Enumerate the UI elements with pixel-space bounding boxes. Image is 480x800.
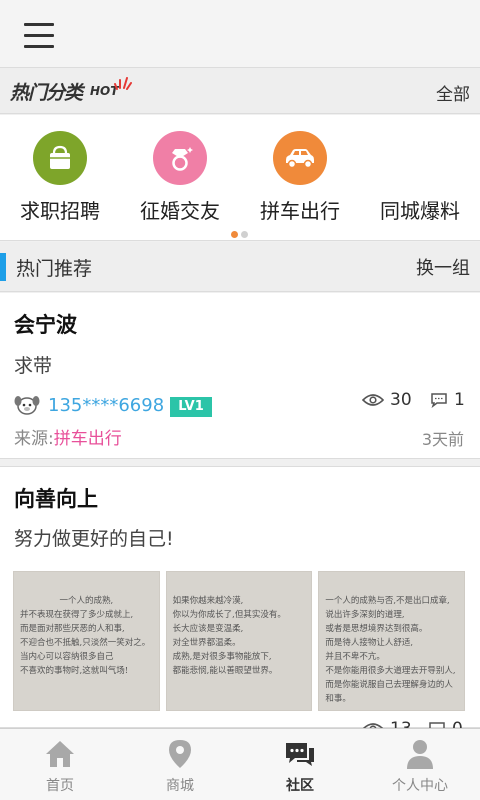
image-text-line: 而是面对那些厌恶的人和事,: [20, 624, 125, 634]
carousel-dot-active[interactable]: [231, 231, 238, 238]
eye-icon: [362, 394, 384, 406]
category-carpool[interactable]: 拼车出行: [240, 131, 360, 224]
carousel-dots: [231, 223, 251, 242]
post-body: 求带: [14, 355, 53, 377]
image-text-line: 一个人的成熟与否,不是出口成章,: [325, 596, 450, 606]
car-icon: [273, 131, 327, 185]
all-categories-link[interactable]: 全部: [436, 80, 470, 105]
post-title: 向善向上: [14, 487, 98, 511]
views-value: 30: [390, 390, 412, 410]
category-carousel: 求职招聘 征婚交友 拼车出行 同城爆料: [0, 115, 480, 241]
image-text-line: 并不表现在获得了多少成就上,: [20, 610, 134, 620]
source-prefix: 来源:: [14, 429, 54, 449]
nav-home[interactable]: 首页: [0, 729, 120, 800]
recommend-header: 热门推荐 换一组: [0, 242, 480, 292]
image-text-line: 都能悲悯,能以善眼望世界。: [172, 666, 278, 676]
top-bar: [0, 0, 480, 68]
post-source: 来源:拼车出行: [14, 424, 122, 449]
image-text-line: 说出许多深刻的道理,: [325, 610, 405, 620]
post-body: 努力做更好的自己!: [14, 528, 174, 550]
nav-label: 社区: [286, 778, 314, 794]
hot-category-title: 热门分类: [10, 82, 83, 104]
category-label: 同城爆料: [380, 199, 460, 223]
image-text-line: 不是你能用很多大道理去开导别人,: [325, 666, 456, 676]
comments-count[interactable]: 1: [430, 390, 465, 410]
avatar-icon[interactable]: [14, 393, 40, 417]
post-images: 一个人的成熟, 并不表现在获得了多少成就上, 而是面对那些厌恶的人和事, 不迎合…: [13, 571, 466, 711]
nav-mall[interactable]: 商城: [120, 729, 240, 800]
home-icon: [43, 737, 77, 771]
image-text-line: 不喜欢的事物时,这就叫气场!: [20, 666, 129, 676]
nav-community[interactable]: 社区: [240, 729, 360, 800]
image-text-line: 而是你能说服自己去理解身边的人和事。: [325, 680, 453, 704]
post-card[interactable]: 向善向上 努力做更好的自己! 一个人的成熟, 并不表现在获得了多少成就上, 而是…: [0, 466, 480, 739]
source-link[interactable]: 拼车出行: [54, 429, 122, 449]
spark-icon: [114, 77, 132, 90]
post-title: 会宁波: [14, 313, 77, 337]
recommend-accent-bar: [0, 253, 6, 281]
image-text-line: 对全世界都温柔。: [172, 638, 241, 648]
comment-icon: [431, 393, 447, 408]
nav-label: 首页: [46, 778, 74, 794]
post-time: 3天前: [421, 430, 464, 449]
nav-label: 商城: [166, 778, 194, 794]
nav-label: 个人中心: [392, 778, 448, 794]
post-image[interactable]: 一个人的成熟与否,不是出口成章, 说出许多深刻的道理, 或者是思想境界达到很高。…: [318, 571, 466, 711]
views-count: 30: [362, 390, 412, 410]
carousel-dot[interactable]: [241, 231, 248, 238]
image-text-line: 长大应该是变温柔,: [172, 624, 244, 634]
chat-bubbles-icon: [283, 737, 317, 771]
nav-profile[interactable]: 个人中心: [360, 729, 480, 800]
image-text-line: 而是待人接物让人舒适,: [325, 638, 414, 648]
image-text-line: 成熟,是对很多事物能放下,: [172, 652, 272, 662]
image-text-line: 你以为你成长了,但其实没有。: [172, 610, 286, 620]
category-label: 拼车出行: [260, 199, 340, 223]
recommend-title: 热门推荐: [16, 258, 93, 280]
image-text-line: 或者是思想境界达到很高。: [325, 624, 428, 634]
refresh-button[interactable]: 换一组: [416, 254, 470, 280]
image-text-line: 当内心可以容纳很多自己: [20, 652, 114, 662]
post-user[interactable]: 135****6698: [48, 395, 164, 416]
category-dating[interactable]: 征婚交友: [120, 131, 240, 224]
image-text-line: 不迎合也不抵触,只淡然一笑对之。: [20, 638, 151, 648]
shopping-bag-icon: [33, 131, 87, 185]
comments-value: 1: [454, 390, 465, 410]
location-pin-icon: [163, 737, 197, 771]
user-icon: [403, 737, 437, 771]
bottom-nav: 首页 商城 社区 个人中心: [0, 728, 480, 800]
post-card[interactable]: 会宁波 求带 135****6698 LV1 30 1 来源:拼车出行 3天前: [0, 293, 480, 459]
image-text-line: 并且不卑不亢。: [325, 652, 385, 662]
hot-category-header: 热门分类 HOT 全部: [0, 68, 480, 114]
image-text-line: 一个人的成熟,: [59, 596, 114, 606]
category-local-news[interactable]: 同城爆料: [360, 131, 480, 224]
post-image[interactable]: 一个人的成熟, 并不表现在获得了多少成就上, 而是面对那些厌恶的人和事, 不迎合…: [13, 571, 160, 711]
image-text-line: 如果你越来越冷漠,: [172, 596, 244, 606]
hamburger-menu-icon[interactable]: [24, 22, 56, 50]
category-label: 征婚交友: [140, 199, 220, 223]
category-label: 求职招聘: [20, 199, 100, 223]
post-image[interactable]: 如果你越来越冷漠, 你以为你成长了,但其实没有。 长大应该是变温柔, 对全世界都…: [165, 571, 313, 711]
level-badge: LV1: [170, 397, 212, 417]
category-jobs[interactable]: 求职招聘: [0, 131, 120, 224]
diamond-ring-icon: [153, 131, 207, 185]
